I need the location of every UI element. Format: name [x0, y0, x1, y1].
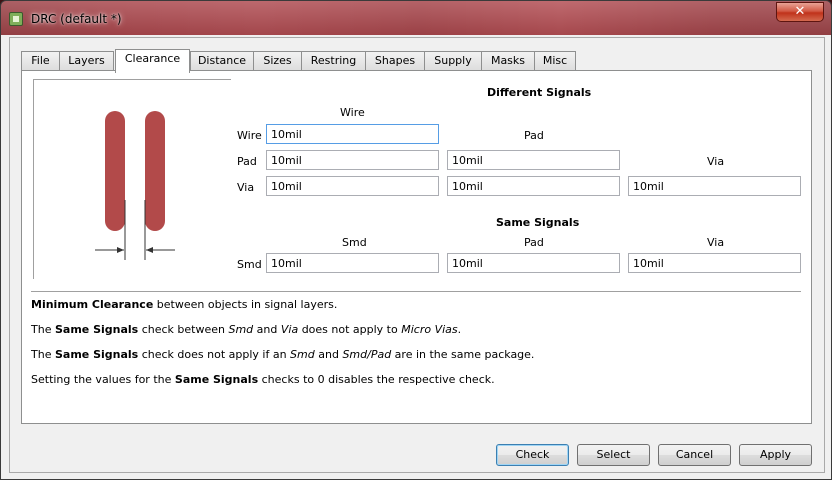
wire-left-shape [105, 111, 125, 231]
smd-smd-clearance-input[interactable] [266, 253, 439, 273]
via-pad-clearance-input[interactable] [447, 176, 620, 196]
tab-masks[interactable]: Masks [481, 51, 535, 71]
wire-wire-clearance-input[interactable] [266, 124, 439, 144]
info-line-2: The Same Signals check between Smd and V… [31, 323, 461, 336]
different-signals-heading: Different Signals [487, 86, 592, 99]
via-wire-clearance-input[interactable] [266, 176, 439, 196]
info-bold: Same Signals [54, 348, 139, 361]
check-button[interactable]: Check [496, 444, 569, 466]
tab-distance[interactable]: Distance [190, 51, 254, 71]
window-title: DRC (default *) [31, 12, 122, 26]
info-italic: Smd [228, 323, 254, 336]
tab-misc[interactable]: Misc [534, 51, 576, 71]
tab-restring[interactable]: Restring [301, 51, 366, 71]
row-label-via: Via [237, 181, 255, 194]
app-icon [9, 12, 23, 26]
info-text: and [253, 323, 281, 336]
separator [31, 291, 801, 293]
info-bold: Minimum Clearance [31, 298, 154, 311]
close-button[interactable]: ✕ [776, 2, 824, 22]
pad-pad-clearance-input[interactable] [447, 150, 620, 170]
info-text: are in the same package. [391, 348, 535, 361]
info-bold: Same Signals [174, 373, 259, 386]
clearance-page: Different Signals Wire Wire Pad Pad Via … [21, 70, 812, 424]
col-header-smd: Smd [342, 236, 367, 249]
title-bar[interactable]: DRC (default *) ✕ [1, 1, 831, 37]
info-line-1: Minimum Clearance between objects in sig… [31, 298, 337, 311]
tab-layers[interactable]: Layers [59, 51, 114, 71]
info-bold: Same Signals [54, 323, 139, 336]
smd-via-clearance-input[interactable] [628, 253, 801, 273]
tab-clearance[interactable]: Clearance [115, 49, 190, 73]
tab-file[interactable]: File [21, 51, 60, 71]
dialog-client-area: File Layers Clearance Distance Sizes Res… [9, 37, 825, 473]
tab-sizes[interactable]: Sizes [253, 51, 302, 71]
cancel-button[interactable]: Cancel [658, 444, 731, 466]
info-text: checks to 0 disables the respective chec… [258, 373, 495, 386]
pad-wire-clearance-input[interactable] [266, 150, 439, 170]
drc-dialog: DRC (default *) ✕ File Layers Clearance … [0, 0, 832, 480]
info-text: The [31, 348, 55, 361]
wire-right-shape [145, 111, 165, 231]
via-via-clearance-input[interactable] [628, 176, 801, 196]
info-text: check does not apply if an [138, 348, 291, 361]
info-italic: Smd/Pad [342, 348, 392, 361]
col-header-pad: Pad [524, 129, 544, 142]
clearance-illustration [33, 79, 231, 279]
info-text: does not apply to [298, 323, 402, 336]
smd-pad-clearance-input[interactable] [447, 253, 620, 273]
col-header-wire: Wire [340, 106, 365, 119]
same-signals-heading: Same Signals [496, 216, 580, 229]
info-text: between objects in signal layers. [153, 298, 338, 311]
info-italic: Smd [290, 348, 315, 361]
info-text: . [457, 323, 462, 336]
info-line-4: Setting the values for the Same Signals … [31, 373, 495, 386]
select-button[interactable]: Select [577, 444, 650, 466]
row-label-wire: Wire [237, 129, 262, 142]
info-text: check between [138, 323, 229, 336]
info-text: and [314, 348, 343, 361]
col-header-same-via: Via [707, 236, 725, 249]
info-italic: Via [280, 323, 299, 336]
tab-shapes[interactable]: Shapes [365, 51, 425, 71]
apply-button[interactable]: Apply [739, 444, 812, 466]
tab-supply[interactable]: Supply [424, 51, 482, 71]
col-header-same-pad: Pad [524, 236, 544, 249]
info-italic: Micro Vias [401, 323, 458, 336]
info-text: Setting the values for the [31, 373, 175, 386]
info-line-3: The Same Signals check does not apply if… [31, 348, 534, 361]
row-label-pad: Pad [237, 155, 257, 168]
col-header-via: Via [707, 155, 725, 168]
info-text: The [31, 323, 55, 336]
row-label-smd: Smd [237, 258, 262, 271]
